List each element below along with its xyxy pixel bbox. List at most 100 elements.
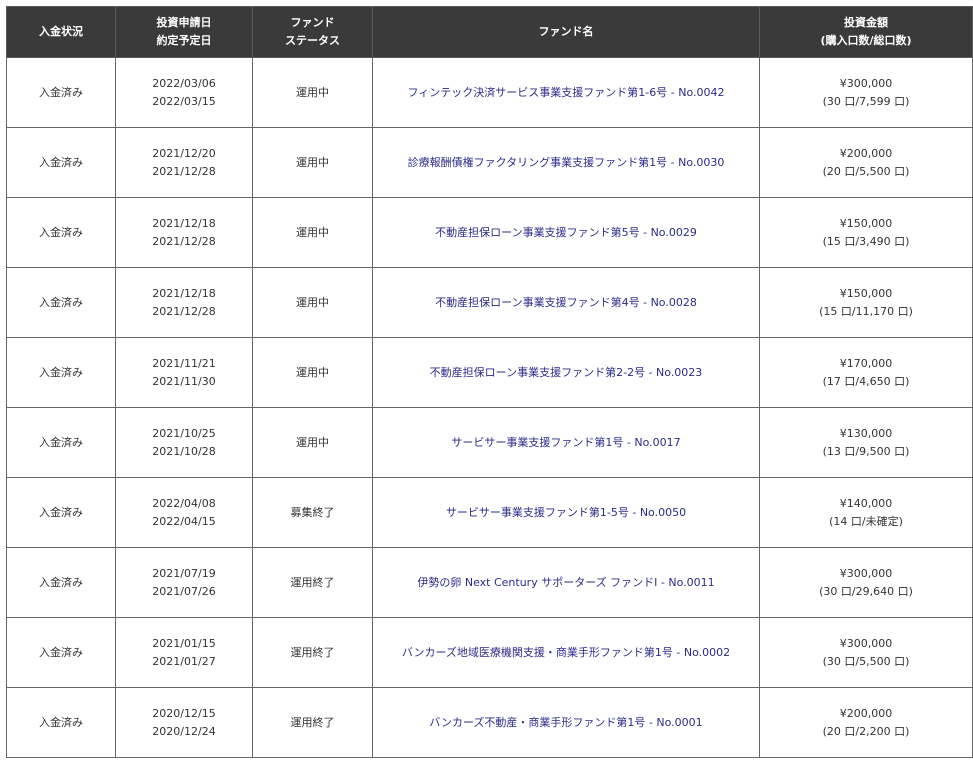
fund-status-cell: 運用終了	[252, 687, 373, 758]
table-row: 入金済み 2021/12/18 2021/12/28 運用中 不動産担保ローン事業…	[6, 267, 973, 338]
units: (14 口/未確定)	[829, 514, 903, 528]
fund-name-cell: バンカーズ不動産・商業手形ファンド第1号 - No.0001	[372, 687, 760, 758]
contract-date: 2020/12/24	[152, 724, 216, 738]
fund-name-link[interactable]: バンカーズ地域医療機関支援・商業手形ファンド第1号 - No.0002	[402, 646, 730, 659]
fund-name-link[interactable]: 不動産担保ローン事業支援ファンド第5号 - No.0029	[435, 226, 697, 239]
payment-status-cell: 入金済み	[6, 57, 116, 128]
amount: ¥300,000	[839, 76, 893, 90]
dates-cell: 2021/12/18 2021/12/28	[115, 267, 253, 338]
amount: ¥130,000	[839, 426, 893, 440]
dates-cell: 2021/11/21 2021/11/30	[115, 337, 253, 408]
amount: ¥300,000	[839, 636, 893, 650]
table-row: 入金済み 2020/12/15 2020/12/24 運用終了 バンカーズ不動産・…	[6, 687, 973, 758]
fund-name-cell: 不動産担保ローン事業支援ファンド第4号 - No.0028	[372, 267, 760, 338]
contract-date: 2021/07/26	[152, 584, 216, 598]
table-row: 入金済み 2021/10/25 2021/10/28 運用中 サービサー事業支援フ…	[6, 407, 973, 478]
fund-name-cell: サービサー事業支援ファンド第1号 - No.0017	[372, 407, 760, 478]
contract-date: 2021/12/28	[152, 304, 216, 318]
header-fund-status: ファンド ステータス	[252, 6, 373, 58]
amount-cell: ¥300,000 (30 口/29,640 口)	[759, 547, 973, 618]
contract-date: 2021/01/27	[152, 654, 216, 668]
fund-name-link[interactable]: サービサー事業支援ファンド第1号 - No.0017	[451, 436, 680, 449]
table-row: 入金済み 2022/03/06 2022/03/15 運用中 フィンテック決済サー…	[6, 57, 973, 128]
fund-name-link[interactable]: フィンテック決済サービス事業支援ファンド第1-6号 - No.0042	[408, 86, 725, 99]
header-amount: 投資金額 (購入口数/総口数)	[759, 6, 973, 58]
apply-date: 2021/11/21	[152, 356, 216, 370]
contract-date: 2021/10/28	[152, 444, 216, 458]
payment-status-cell: 入金済み	[6, 197, 116, 268]
amount: ¥200,000	[839, 706, 893, 720]
dates-cell: 2020/12/15 2020/12/24	[115, 687, 253, 758]
amount-cell: ¥150,000 (15 口/3,490 口)	[759, 197, 973, 268]
units: (15 口/11,170 口)	[819, 304, 913, 318]
apply-date: 2021/12/20	[152, 146, 216, 160]
header-row: 入金状況 投資申請日 約定予定日 ファンド ステータス ファンド名 投資金額 (…	[6, 6, 973, 58]
fund-status-cell: 運用中	[252, 197, 373, 268]
table-row: 入金済み 2021/01/15 2021/01/27 運用終了 バンカーズ地域医療…	[6, 617, 973, 688]
units: (17 口/4,650 口)	[822, 374, 910, 388]
fund-name-cell: バンカーズ地域医療機関支援・商業手形ファンド第1号 - No.0002	[372, 617, 760, 688]
amount: ¥170,000	[839, 356, 893, 370]
investment-history-table: 入金状況 投資申請日 約定予定日 ファンド ステータス ファンド名 投資金額 (…	[6, 6, 973, 758]
fund-status-cell: 運用中	[252, 127, 373, 198]
payment-status-cell: 入金済み	[6, 337, 116, 408]
fund-name-link[interactable]: 不動産担保ローン事業支援ファンド第4号 - No.0028	[435, 296, 697, 309]
dates-cell: 2021/12/18 2021/12/28	[115, 197, 253, 268]
apply-date: 2022/04/08	[152, 496, 216, 510]
fund-name-link[interactable]: 伊勢の卵 Next Century サポーターズ ファンドⅠ - No.0011	[417, 576, 714, 589]
table-body: 入金済み 2022/03/06 2022/03/15 運用中 フィンテック決済サー…	[6, 57, 973, 758]
header-apply-date: 投資申請日	[156, 16, 212, 29]
amount-cell: ¥130,000 (13 口/9,500 口)	[759, 407, 973, 478]
fund-name-link[interactable]: 診療報酬債権ファクタリング事業支援ファンド第1号 - No.0030	[408, 156, 725, 169]
amount-cell: ¥200,000 (20 口/2,200 口)	[759, 687, 973, 758]
dates-cell: 2021/12/20 2021/12/28	[115, 127, 253, 198]
fund-status-cell: 運用中	[252, 267, 373, 338]
fund-name-link[interactable]: サービサー事業支援ファンド第1-5号 - No.0050	[446, 506, 686, 519]
fund-name-link[interactable]: バンカーズ不動産・商業手形ファンド第1号 - No.0001	[429, 716, 702, 729]
fund-status-cell: 運用中	[252, 407, 373, 478]
contract-date: 2022/03/15	[152, 94, 216, 108]
payment-status-cell: 入金済み	[6, 687, 116, 758]
fund-status-cell: 募集終了	[252, 477, 373, 548]
fund-name-cell: サービサー事業支援ファンド第1-5号 - No.0050	[372, 477, 760, 548]
units: (20 口/2,200 口)	[822, 724, 910, 738]
table-row: 入金済み 2021/12/20 2021/12/28 運用中 診療報酬債権ファクタ…	[6, 127, 973, 198]
units: (30 口/5,500 口)	[822, 654, 910, 668]
apply-date: 2021/12/18	[152, 286, 216, 300]
header-dates: 投資申請日 約定予定日	[115, 6, 253, 58]
apply-date: 2020/12/15	[152, 706, 216, 720]
header-contract-date: 約定予定日	[156, 34, 212, 47]
contract-date: 2022/04/15	[152, 514, 216, 528]
fund-status-cell: 運用中	[252, 337, 373, 408]
amount: ¥150,000	[839, 216, 893, 230]
units: (30 口/29,640 口)	[819, 584, 913, 598]
payment-status-cell: 入金済み	[6, 407, 116, 478]
units: (13 口/9,500 口)	[822, 444, 910, 458]
fund-name-link[interactable]: 不動産担保ローン事業支援ファンド第2-2号 - No.0023	[430, 366, 703, 379]
fund-status-cell: 運用終了	[252, 547, 373, 618]
fund-name-cell: 不動産担保ローン事業支援ファンド第5号 - No.0029	[372, 197, 760, 268]
dates-cell: 2021/10/25 2021/10/28	[115, 407, 253, 478]
amount-cell: ¥140,000 (14 口/未確定)	[759, 477, 973, 548]
amount-cell: ¥170,000 (17 口/4,650 口)	[759, 337, 973, 408]
payment-status-cell: 入金済み	[6, 127, 116, 198]
table-row: 入金済み 2022/04/08 2022/04/15 募集終了 サービサー事業支援…	[6, 477, 973, 548]
apply-date: 2021/01/15	[152, 636, 216, 650]
table-row: 入金済み 2021/12/18 2021/12/28 運用中 不動産担保ローン事業…	[6, 197, 973, 268]
fund-status-cell: 運用中	[252, 57, 373, 128]
fund-name-cell: 伊勢の卵 Next Century サポーターズ ファンドⅠ - No.0011	[372, 547, 760, 618]
header-payment-status: 入金状況	[6, 6, 116, 58]
dates-cell: 2021/07/19 2021/07/26	[115, 547, 253, 618]
amount: ¥200,000	[839, 146, 893, 160]
contract-date: 2021/12/28	[152, 164, 216, 178]
fund-name-cell: フィンテック決済サービス事業支援ファンド第1-6号 - No.0042	[372, 57, 760, 128]
payment-status-cell: 入金済み	[6, 547, 116, 618]
apply-date: 2021/07/19	[152, 566, 216, 580]
apply-date: 2021/12/18	[152, 216, 216, 230]
amount: ¥150,000	[839, 286, 893, 300]
table-header: 入金状況 投資申請日 約定予定日 ファンド ステータス ファンド名 投資金額 (…	[6, 6, 973, 58]
units: (20 口/5,500 口)	[822, 164, 910, 178]
dates-cell: 2022/04/08 2022/04/15	[115, 477, 253, 548]
table-row: 入金済み 2021/11/21 2021/11/30 運用中 不動産担保ローン事業…	[6, 337, 973, 408]
dates-cell: 2021/01/15 2021/01/27	[115, 617, 253, 688]
